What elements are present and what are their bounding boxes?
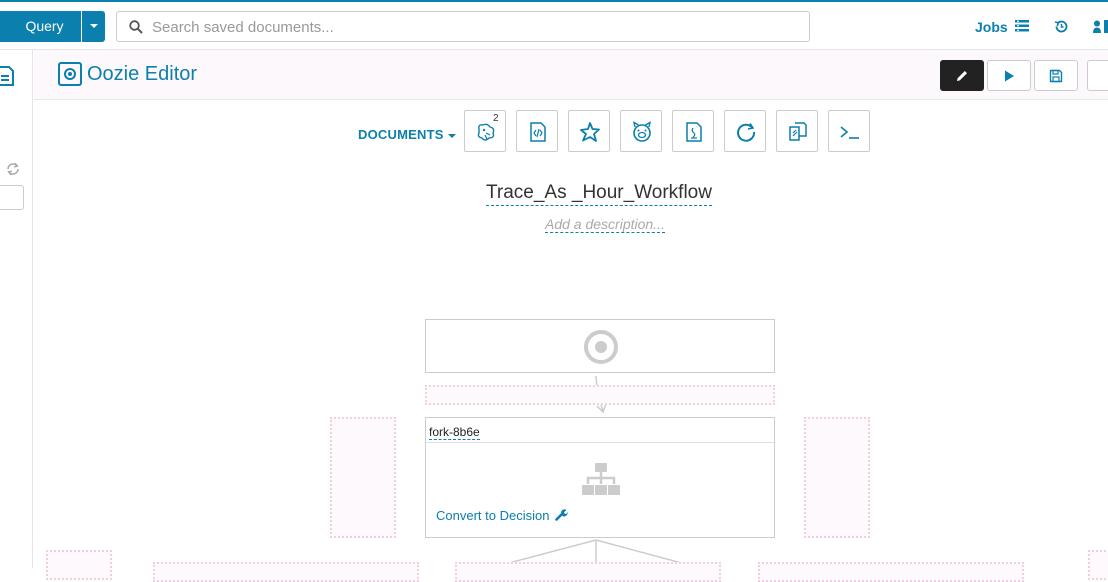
drop-zone-bottom-right[interactable] <box>758 562 1024 582</box>
drop-zone-bottom-left[interactable] <box>153 562 419 582</box>
convert-to-decision-label: Convert to Decision <box>436 508 550 523</box>
drop-zone-bottom-far-left[interactable] <box>46 550 112 580</box>
drop-zone-bottom-center[interactable] <box>455 562 721 582</box>
fork-node[interactable]: fork-8b6e Convert to Decision <box>425 417 775 538</box>
sitemap-icon <box>582 463 620 495</box>
drop-zone-right[interactable] <box>804 417 870 538</box>
start-target-icon <box>584 330 618 364</box>
wrench-icon <box>555 509 568 521</box>
fork-node-header: fork-8b6e <box>426 418 774 443</box>
start-node[interactable] <box>425 319 775 373</box>
drop-zone-top[interactable] <box>425 385 775 405</box>
convert-to-decision-link[interactable]: Convert to Decision <box>436 508 568 523</box>
drop-zone-bottom-far-right[interactable] <box>1088 550 1108 580</box>
drop-zone-left[interactable] <box>330 417 396 538</box>
fork-node-name[interactable]: fork-8b6e <box>429 425 480 440</box>
